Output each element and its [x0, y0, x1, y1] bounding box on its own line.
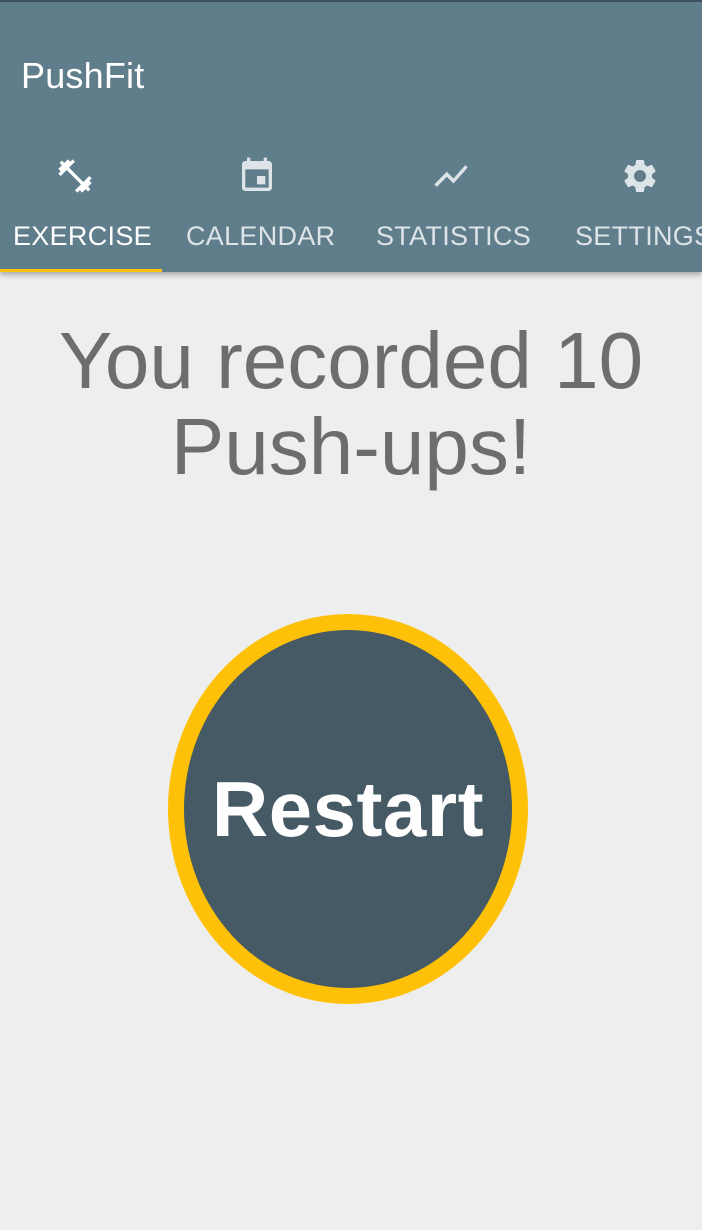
restart-button-label: Restart [211, 764, 485, 853]
gear-icon [624, 160, 656, 192]
dumbbell-icon [58, 159, 92, 193]
tab-calendar-label: CALENDAR [186, 221, 336, 251]
restart-button[interactable]: Restart [168, 614, 528, 1004]
tab-settings-label: SETTINGS [575, 221, 702, 251]
result-message: You recorded 10 Push-ups! [58, 316, 644, 491]
tab-statistics-label: STATISTICS [376, 221, 532, 251]
trending-icon [434, 165, 468, 187]
app-bar: PushFit EXERCISE CALENDAR STATISTICS SET… [0, 2, 702, 272]
tab-exercise[interactable]: EXERCISE [0, 2, 162, 272]
tab-calendar[interactable]: CALENDAR [162, 2, 352, 272]
active-tab-indicator [0, 269, 162, 272]
tab-settings[interactable]: SETTINGS [550, 2, 702, 272]
calendar-icon [242, 157, 272, 191]
tab-statistics[interactable]: STATISTICS [352, 2, 550, 272]
tab-exercise-label: EXERCISE [13, 221, 152, 251]
